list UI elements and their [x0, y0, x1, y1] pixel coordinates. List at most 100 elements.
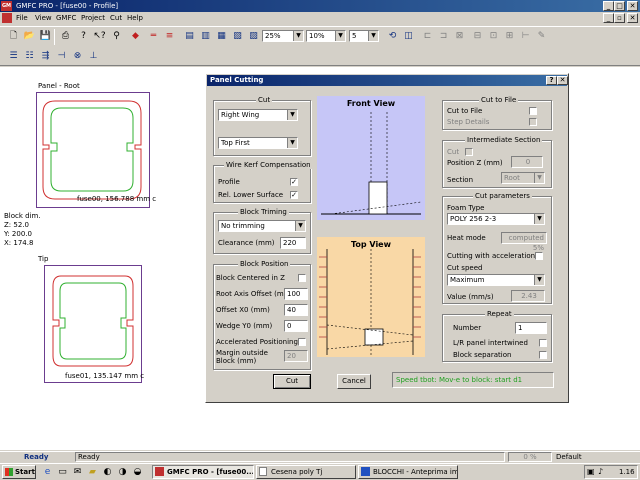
refresh-icon[interactable]: ⟲	[385, 29, 400, 44]
tool-icon[interactable]: ⚲	[109, 29, 124, 44]
profile-checkbox[interactable]: ✓	[290, 178, 298, 186]
layout5-icon[interactable]: ⊗	[70, 49, 85, 64]
layout4-icon[interactable]: ⊣	[54, 49, 69, 64]
position-z-input[interactable]: 0	[511, 156, 543, 168]
speed-select[interactable]: Maximum ▼	[447, 274, 545, 286]
align3-icon[interactable]: ⊠	[452, 29, 467, 44]
app-logo-icon: GM	[1, 1, 12, 11]
speed-value-input[interactable]: 2.43	[511, 290, 545, 302]
panel5-icon[interactable]: ▨	[246, 29, 261, 44]
menu-cut[interactable]: Cut	[110, 13, 122, 23]
document-icon	[259, 467, 267, 476]
quicklaunch-ie-icon[interactable]: e	[40, 465, 55, 480]
front-view-panel: Front View	[317, 96, 425, 220]
doc-minimize-button[interactable]: _	[603, 13, 614, 23]
quicklaunch-mail-icon[interactable]: ✉	[70, 465, 85, 480]
cancel-button[interactable]: Cancel	[337, 374, 371, 389]
zoom-select[interactable]: 25% ▼	[262, 30, 304, 42]
quicklaunch-desktop-icon[interactable]: ▭	[55, 465, 70, 480]
target-icon[interactable]: ◆	[128, 29, 143, 44]
trimming-select[interactable]: No trimming ▼	[218, 220, 306, 232]
taskbar-item-cesena[interactable]: Cesena poly Tj	[256, 465, 356, 479]
taskbar-item-blocchi[interactable]: BLOCCHI - Anteprima imm...	[358, 465, 458, 479]
open-icon[interactable]: 📂	[22, 29, 37, 44]
taskbar-item-gmfc[interactable]: GMFC PRO - [fuse00...	[152, 465, 254, 479]
top-view-drawing	[319, 249, 421, 355]
section-select[interactable]: Root ▼	[501, 172, 545, 184]
lr-intertwined-checkbox[interactable]	[539, 339, 547, 347]
repeat-number-input[interactable]: 1	[515, 322, 547, 334]
intermediate-cut-checkbox[interactable]	[465, 148, 473, 156]
align7-icon[interactable]: ⊢	[518, 29, 533, 44]
offset-x0-input[interactable]: 40	[284, 304, 308, 316]
maximize-button[interactable]: □	[614, 1, 625, 11]
close-button[interactable]: ✕	[627, 1, 638, 11]
rel-lower-checkbox[interactable]: ✓	[290, 191, 298, 199]
align6-icon[interactable]: ⊞	[502, 29, 517, 44]
panel3-icon[interactable]: ▦	[214, 29, 229, 44]
wire-red-icon[interactable]: ═	[146, 29, 161, 44]
heat-mode-label: Heat mode	[447, 234, 486, 242]
print-icon[interactable]: ⎙	[58, 29, 73, 44]
block-trimming-label: Block Triming	[238, 208, 289, 216]
quicklaunch-app-icon[interactable]: ◐	[100, 465, 115, 480]
layout6-icon[interactable]: ⊥	[86, 49, 101, 64]
wing-select[interactable]: Right Wing ▼	[218, 109, 298, 121]
panel2-icon[interactable]: ▥	[198, 29, 213, 44]
doc-restore-button[interactable]: ▫	[614, 13, 625, 23]
windows-logo-icon	[5, 468, 13, 476]
zoom2-select[interactable]: 10% ▼	[306, 30, 346, 42]
wedge-y0-input[interactable]: 0	[284, 320, 308, 332]
quicklaunch-app2-icon[interactable]: ◑	[115, 465, 130, 480]
doc-close-button[interactable]: ✕	[627, 13, 638, 23]
toolbar-separator	[54, 29, 55, 45]
status-message: Speed tbot: Mov-e to block: start d1	[392, 372, 554, 388]
accelerated-checkbox[interactable]	[298, 338, 306, 346]
block-separation-checkbox[interactable]	[539, 351, 547, 359]
quicklaunch-folder-icon[interactable]: ▰	[85, 465, 100, 480]
minimize-button[interactable]: _	[603, 1, 614, 11]
context-help-icon[interactable]: ↖?	[92, 29, 107, 44]
align2-icon[interactable]: ⊐	[436, 29, 451, 44]
margin-input[interactable]: 20	[284, 350, 308, 362]
panel-icon[interactable]: ▤	[182, 29, 197, 44]
align-icon[interactable]: ⊏	[420, 29, 435, 44]
panel4-icon[interactable]: ▧	[230, 29, 245, 44]
step-details-checkbox[interactable]	[529, 118, 537, 126]
root-axis-label: Root Axis Offset (mm)	[216, 290, 294, 298]
wire-kerf-label: Wire Kerf Compensation	[224, 161, 313, 169]
dialog-close-button[interactable]: ✕	[557, 76, 568, 85]
new-icon[interactable]: 🗋	[6, 29, 21, 44]
menu-gmfc[interactable]: GMFC	[56, 13, 76, 23]
accel-checkbox[interactable]	[535, 252, 543, 260]
menu-file[interactable]: File	[16, 13, 28, 23]
tray-network-icon[interactable]: ▣	[587, 467, 595, 476]
quicklaunch-app3-icon[interactable]: ◒	[130, 465, 145, 480]
root-panel-label: Panel - Root	[38, 82, 80, 90]
align5-icon[interactable]: ⊡	[486, 29, 501, 44]
layout1-icon[interactable]: ☰	[6, 49, 21, 64]
menu-view[interactable]: View	[35, 13, 52, 23]
layout2-icon[interactable]: ☷	[22, 49, 37, 64]
cut-button[interactable]: Cut	[273, 374, 311, 389]
layout3-icon[interactable]: ⇶	[38, 49, 53, 64]
dialog-help-button[interactable]: ?	[546, 76, 557, 85]
tray-volume-icon[interactable]: ♪	[598, 467, 603, 476]
start-button[interactable]: Start	[2, 465, 36, 479]
menu-help[interactable]: Help	[127, 13, 143, 23]
pencil-icon[interactable]: ✎	[534, 29, 549, 44]
help-icon[interactable]: ?	[76, 29, 91, 44]
view-icon[interactable]: ◫	[401, 29, 416, 44]
menu-project[interactable]: Project	[81, 13, 105, 23]
cut-order-select[interactable]: Top First ▼	[218, 137, 298, 149]
cut-to-file-checkbox[interactable]	[529, 107, 537, 115]
wire-red2-icon[interactable]: ≡	[162, 29, 177, 44]
centered-checkbox[interactable]	[298, 274, 306, 282]
foam-type-select[interactable]: POLY 256 2-3 ▼	[447, 213, 545, 225]
save-icon[interactable]: 💾	[38, 29, 53, 44]
align4-icon[interactable]: ⊟	[470, 29, 485, 44]
heat-mode-input[interactable]: computed 5%	[501, 232, 547, 252]
root-axis-input[interactable]: 100	[284, 288, 308, 300]
count-select[interactable]: 5 ▼	[349, 30, 379, 42]
clearance-input[interactable]: 220	[280, 237, 306, 249]
